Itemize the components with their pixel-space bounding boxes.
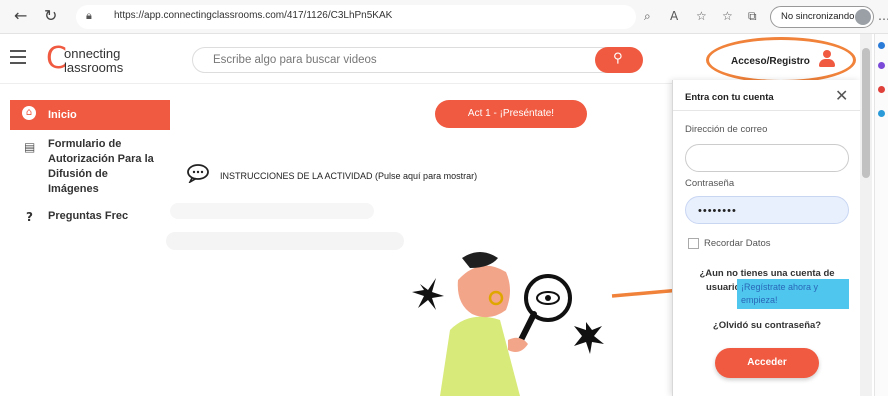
sidebar-app-icon[interactable]: [878, 86, 885, 93]
favorites-icon[interactable]: ☆: [722, 9, 733, 23]
no-account-text: ¿Aun no tienes una cuenta de: [699, 268, 835, 279]
sidebar-item-label: Inicio: [48, 109, 77, 121]
activity-button[interactable]: Act 1 - ¡Preséntate!: [435, 100, 587, 128]
sidebar-app-icon[interactable]: [878, 62, 885, 69]
hamburger-menu-icon[interactable]: [10, 50, 26, 64]
more-menu-icon[interactable]: …: [878, 9, 888, 23]
speech-bubble-icon[interactable]: [186, 163, 210, 183]
lock-icon: 🔒︎: [86, 9, 92, 22]
activity-button-label: Act 1 - ¡Preséntate!: [467, 108, 555, 119]
close-icon[interactable]: ✕: [835, 86, 848, 105]
favorite-add-icon[interactable]: ☆: [696, 9, 707, 23]
sidebar-item-preguntas[interactable]: Preguntas Frec: [48, 209, 128, 224]
sidebar-app-icon[interactable]: [878, 110, 885, 117]
document-icon: ▤: [24, 140, 36, 154]
login-submit-button[interactable]: Acceder: [715, 348, 819, 378]
search-input[interactable]: Escribe algo para buscar videos: [192, 47, 642, 73]
sync-status: No sincronizando: [781, 11, 855, 22]
email-field[interactable]: [685, 144, 849, 172]
blurred-content: [170, 203, 374, 219]
read-aloud-icon[interactable]: A: [670, 9, 678, 23]
blurred-content: [166, 232, 404, 250]
logo-line1: onnecting: [64, 46, 121, 61]
address-bar[interactable]: 🔒︎ https://app.connectingclassrooms.com/…: [76, 5, 636, 29]
register-link[interactable]: ¡Regístrate ahora y empieza!: [737, 279, 849, 309]
search-placeholder: Escribe algo para buscar videos: [213, 54, 377, 66]
divider: [673, 110, 861, 111]
home-icon: ⌂: [22, 106, 36, 120]
search-tab-icon[interactable]: ⌕: [644, 9, 651, 24]
reload-icon[interactable]: ↻: [44, 7, 57, 25]
profile-sync-button[interactable]: No sincronizando: [770, 6, 874, 28]
search-button[interactable]: ⚲: [595, 47, 643, 73]
sidebar-app-icon[interactable]: [878, 42, 885, 49]
browser-toolbar: ← ↻ 🔒︎ https://app.connectingclassrooms.…: [0, 0, 888, 34]
email-label: Dirección de correo: [685, 124, 768, 135]
logo-line2: lassrooms: [64, 60, 124, 75]
password-value: ••••••••: [698, 205, 737, 217]
login-title: Entra con tu cuenta: [685, 92, 774, 103]
back-arrow-icon[interactable]: ←: [14, 7, 27, 25]
instructions-toggle[interactable]: INSTRUCCIONES DE LA ACTIVIDAD (Pulse aqu…: [220, 171, 477, 181]
login-submit-label: Acceder: [747, 357, 787, 368]
scrollbar-thumb[interactable]: [862, 48, 870, 178]
remember-checkbox[interactable]: [688, 238, 699, 249]
password-label: Contraseña: [685, 178, 735, 189]
magnifier-illustration: [412, 252, 604, 396]
forgot-password-link[interactable]: ¿Olvidó su contraseña?: [685, 320, 849, 331]
question-icon: ?: [26, 210, 33, 224]
remember-label: Recordar Datos: [704, 238, 771, 249]
url-text: https://app.connectingclassrooms.com/417…: [114, 10, 393, 21]
search-icon: ⚲: [613, 51, 623, 66]
annotation-ellipse: [706, 37, 856, 83]
profile-avatar-icon: [855, 9, 871, 25]
browser-sidebar: [874, 34, 888, 396]
collections-icon[interactable]: ⧉: [748, 9, 757, 24]
sidebar-item-formulario[interactable]: Formulario de Autorización Para la Difus…: [48, 137, 158, 197]
login-panel: Entra con tu cuenta ✕ Dirección de corre…: [672, 80, 861, 396]
password-field[interactable]: ••••••••: [685, 196, 849, 224]
